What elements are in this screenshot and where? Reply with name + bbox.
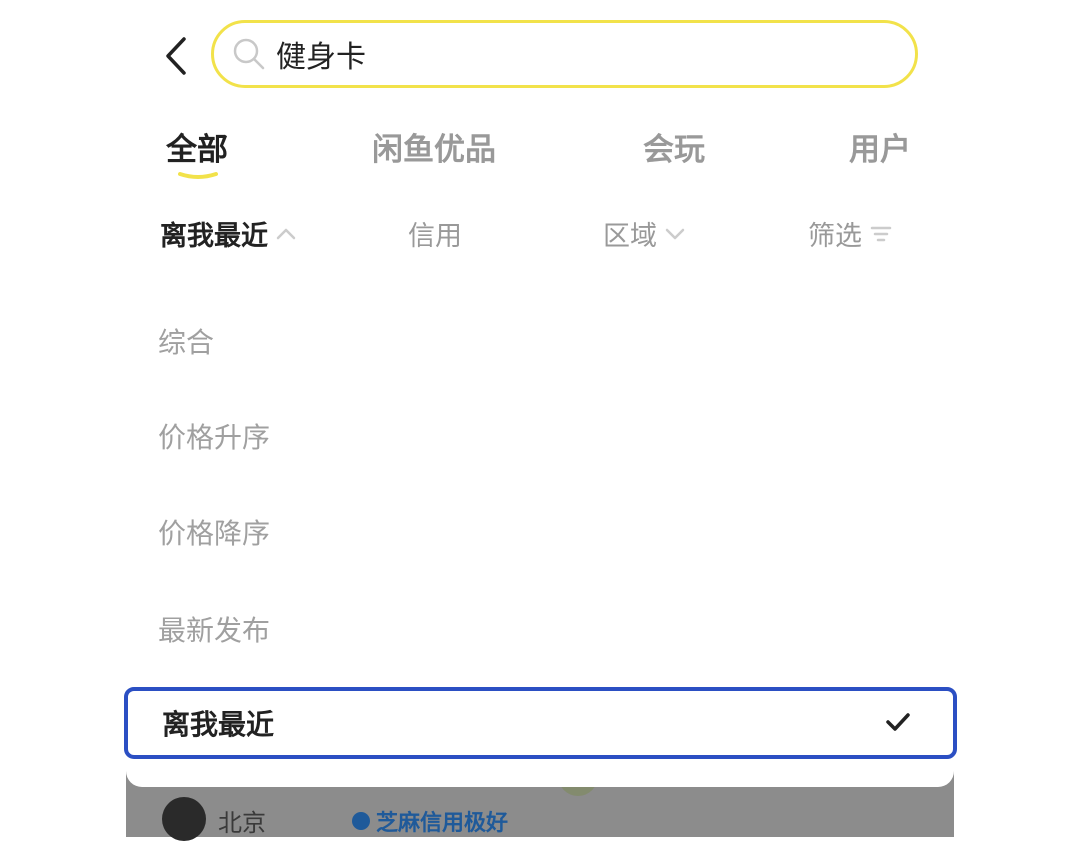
sort-option-price-asc[interactable]: 价格升序 bbox=[158, 416, 270, 456]
search-input[interactable]: 健身卡 bbox=[211, 20, 918, 88]
tab-users[interactable]: 用户 bbox=[849, 124, 911, 169]
credit-badge: 芝麻信用极好 bbox=[352, 805, 508, 837]
sort-option-newest[interactable]: 最新发布 bbox=[158, 609, 270, 649]
sort-bar: 离我最近 信用 区域 筛选 bbox=[0, 214, 1080, 260]
chevron-down-icon bbox=[665, 228, 685, 239]
sort-filter-label: 筛选 bbox=[808, 221, 862, 252]
category-tabs: 全部 闲鱼优品 会玩 用户 bbox=[0, 124, 1080, 184]
tab-all[interactable]: 全部 bbox=[166, 124, 228, 169]
tab-play[interactable]: 会玩 bbox=[643, 124, 705, 169]
sort-credit-label: 信用 bbox=[408, 221, 462, 252]
checkmark-icon bbox=[886, 713, 910, 731]
seller-city: 北京 bbox=[218, 809, 266, 837]
sort-nearest-label: 离我最近 bbox=[160, 221, 268, 252]
chevron-left-icon bbox=[166, 37, 186, 75]
chevron-up-icon bbox=[276, 228, 296, 239]
sort-option-overall[interactable]: 综合 bbox=[158, 321, 214, 361]
sort-filter[interactable]: 筛选 bbox=[808, 214, 892, 253]
sort-nearest[interactable]: 离我最近 bbox=[160, 214, 296, 253]
sort-option-nearest[interactable]: 离我最近 bbox=[124, 687, 957, 759]
active-tab-indicator bbox=[178, 172, 218, 179]
sort-credit[interactable]: 信用 bbox=[408, 214, 462, 253]
sort-region-label: 区域 bbox=[603, 221, 657, 252]
search-value: 健身卡 bbox=[276, 40, 366, 75]
tab-xianyu-select[interactable]: 闲鱼优品 bbox=[372, 124, 496, 169]
avatar bbox=[162, 797, 206, 841]
credit-badge-label: 芝麻信用极好 bbox=[376, 811, 509, 836]
back-button[interactable] bbox=[158, 34, 194, 78]
filter-icon bbox=[870, 226, 892, 241]
sesame-credit-icon bbox=[352, 812, 370, 830]
sort-option-price-desc[interactable]: 价格降序 bbox=[158, 512, 270, 552]
sort-option-nearest-label: 离我最近 bbox=[162, 708, 275, 741]
search-icon bbox=[232, 36, 268, 72]
dropdown-panel-bottom bbox=[126, 755, 954, 787]
sort-region[interactable]: 区域 bbox=[603, 214, 685, 253]
